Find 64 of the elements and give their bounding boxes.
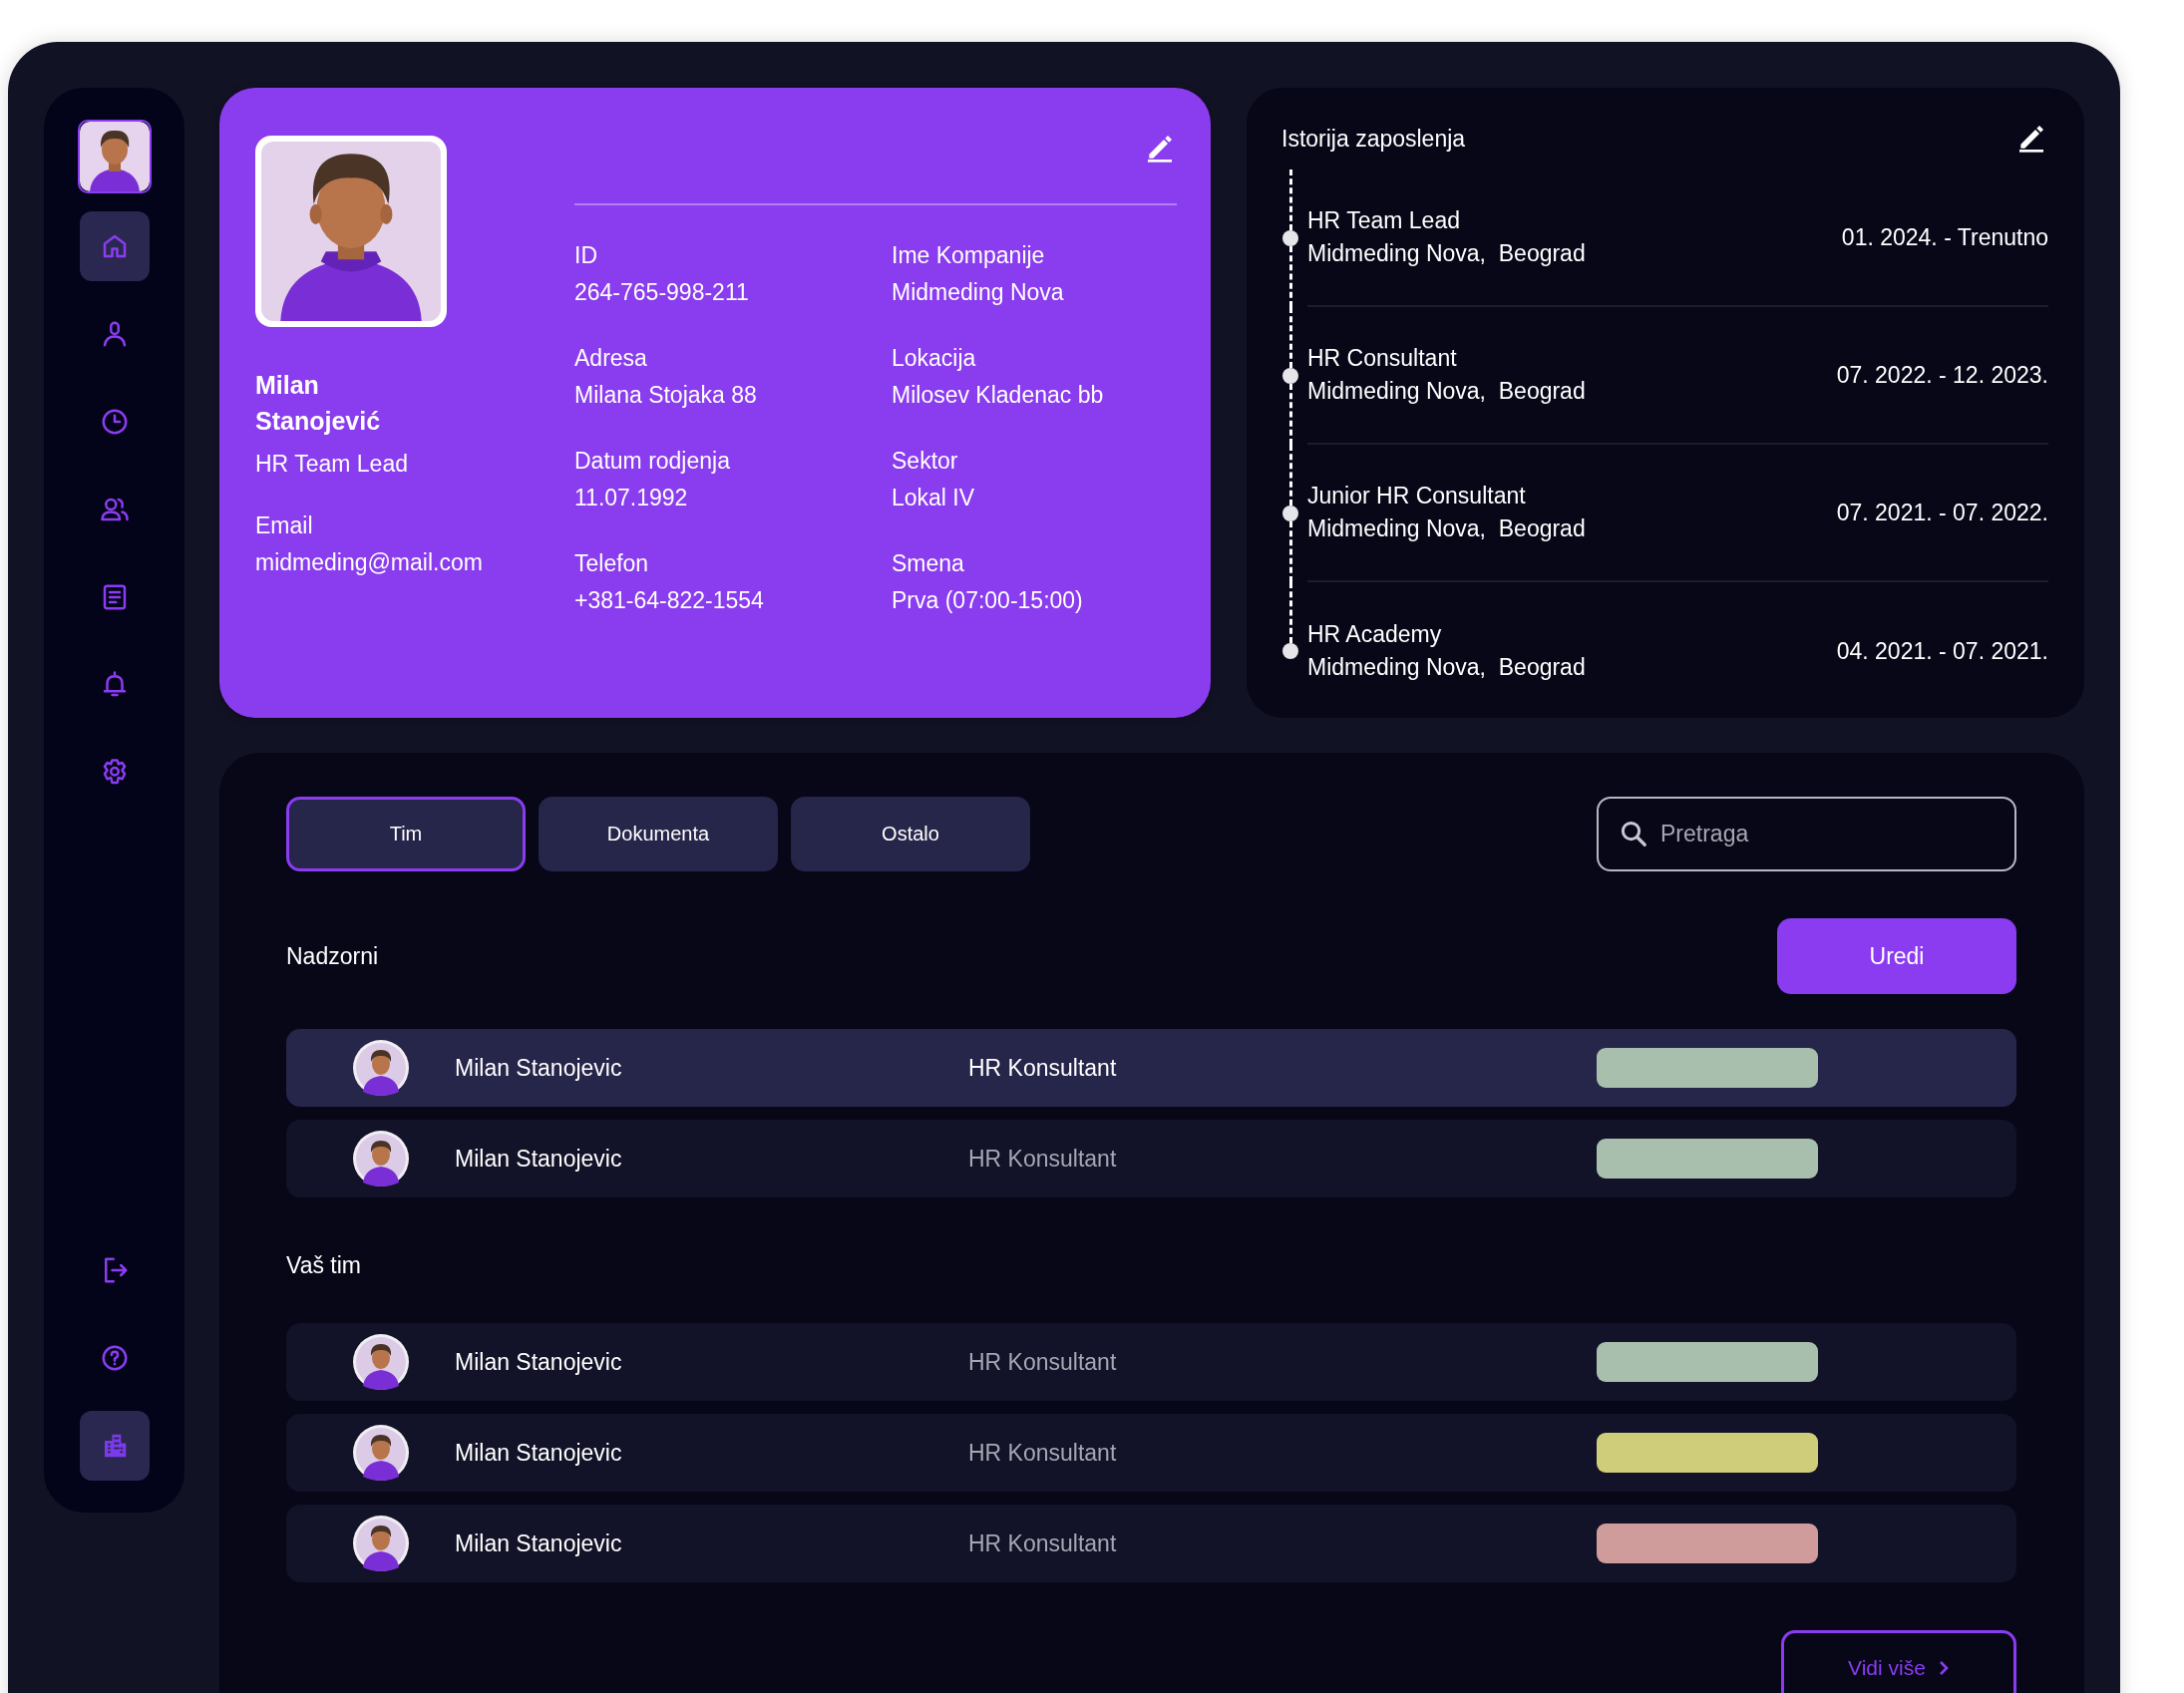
tab[interactable]: Dokumenta bbox=[539, 797, 778, 871]
more-button[interactable]: Vidi više bbox=[1781, 1630, 2016, 1693]
member-name: Milan Stanojevic bbox=[455, 1439, 623, 1467]
profile-name: Milan Stanojević bbox=[255, 370, 382, 437]
job-period: 01. 2024. - Trenutno bbox=[1841, 223, 2048, 251]
field-label: Adresa bbox=[574, 344, 648, 373]
member-role: HR Konsultant bbox=[968, 1439, 1118, 1467]
building-nav-item[interactable] bbox=[79, 1411, 150, 1481]
field-value: Milosev Kladenac bb bbox=[892, 381, 1105, 410]
search-field[interactable]: Pretraga bbox=[1597, 797, 2016, 871]
member-row[interactable]: Milan Stanojevic HR Konsultant bbox=[286, 1505, 2016, 1582]
timeline-dot bbox=[1282, 506, 1298, 521]
company-location: Midmeding Nova, Beograd bbox=[1307, 378, 1586, 405]
job-period: 07. 2021. - 07. 2022. bbox=[1836, 499, 2048, 526]
field-value: Lokal IV bbox=[892, 484, 976, 512]
profile-role: HR Team Lead bbox=[255, 451, 409, 478]
company-location: Midmeding Nova, Beograd bbox=[1307, 240, 1586, 267]
field-value: Milana Stojaka 88 bbox=[574, 381, 758, 410]
job-title: HR Academy bbox=[1307, 621, 1443, 648]
timeline-dot bbox=[1282, 230, 1298, 246]
field-label: Smena bbox=[892, 549, 965, 578]
member-row[interactable]: Milan Stanojevic HR Konsultant bbox=[286, 1029, 2016, 1107]
member-row[interactable]: Milan Stanojevic HR Konsultant bbox=[286, 1323, 2016, 1401]
job-period: 07. 2022. - 12. 2023. bbox=[1836, 361, 2048, 389]
company-location: Midmeding Nova, Beograd bbox=[1307, 515, 1586, 542]
field-label: ID bbox=[574, 241, 598, 270]
field-value: 11.07.1992 bbox=[574, 484, 689, 512]
chevron-icon bbox=[1937, 1660, 1950, 1676]
job-title: HR Team Lead bbox=[1307, 207, 1461, 234]
card-title: Istorija zaposlenja bbox=[1281, 125, 1466, 153]
field-label: Ime Kompanije bbox=[892, 241, 1046, 270]
section-title: Nadzorni bbox=[286, 942, 379, 970]
field-value: 264-765-998-211 bbox=[574, 278, 750, 307]
home-nav-item[interactable] bbox=[79, 211, 150, 281]
member-row[interactable]: Milan Stanojevic HR Konsultant bbox=[286, 1414, 2016, 1492]
tab[interactable]: Ostalo bbox=[791, 797, 1030, 871]
company-location: Midmeding Nova, Beograd bbox=[1307, 654, 1586, 681]
field-label: Telefon bbox=[574, 549, 650, 578]
member-name: Milan Stanojevic bbox=[455, 1529, 623, 1557]
member-name: Milan Stanojevic bbox=[455, 1348, 623, 1376]
field-label: Lokacija bbox=[892, 344, 977, 373]
member-role: HR Konsultant bbox=[968, 1054, 1118, 1082]
field-label: Sektor bbox=[892, 447, 959, 476]
field-value: midmeding@mail.com bbox=[255, 548, 484, 577]
job-title: Junior HR Consultant bbox=[1307, 483, 1527, 509]
field-label: Email bbox=[255, 511, 314, 540]
tab[interactable]: Tim bbox=[286, 797, 526, 871]
job-period: 04. 2021. - 07. 2021. bbox=[1836, 637, 2048, 665]
member-name: Milan Stanojevic bbox=[455, 1145, 623, 1173]
field-value: Midmeding Nova bbox=[892, 278, 1065, 307]
job-title: HR Consultant bbox=[1307, 345, 1458, 372]
edit-button[interactable]: Uredi bbox=[1777, 918, 2016, 994]
timeline-dot bbox=[1282, 368, 1298, 384]
section-title: Vaš tim bbox=[286, 1251, 361, 1279]
search-icon bbox=[1619, 819, 1648, 848]
timeline-dot bbox=[1282, 643, 1298, 659]
field-value: +381-64-822-1554 bbox=[574, 586, 765, 615]
field-value: Prva (07:00-15:00) bbox=[892, 586, 1084, 615]
field-label: Datum rodjenja bbox=[574, 447, 731, 476]
member-row[interactable]: Milan Stanojevic HR Konsultant bbox=[286, 1120, 2016, 1197]
member-role: HR Konsultant bbox=[968, 1145, 1118, 1173]
member-name: Milan Stanojevic bbox=[455, 1054, 623, 1082]
member-role: HR Konsultant bbox=[968, 1348, 1118, 1376]
member-role: HR Konsultant bbox=[968, 1529, 1118, 1557]
